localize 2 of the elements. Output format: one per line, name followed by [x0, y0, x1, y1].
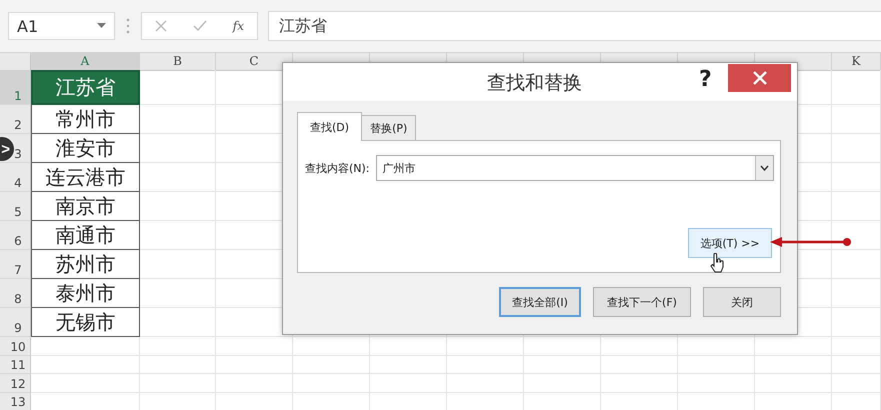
dialog-title: 查找和替换: [487, 71, 582, 96]
find-label: 查找内容(N):: [305, 160, 370, 176]
